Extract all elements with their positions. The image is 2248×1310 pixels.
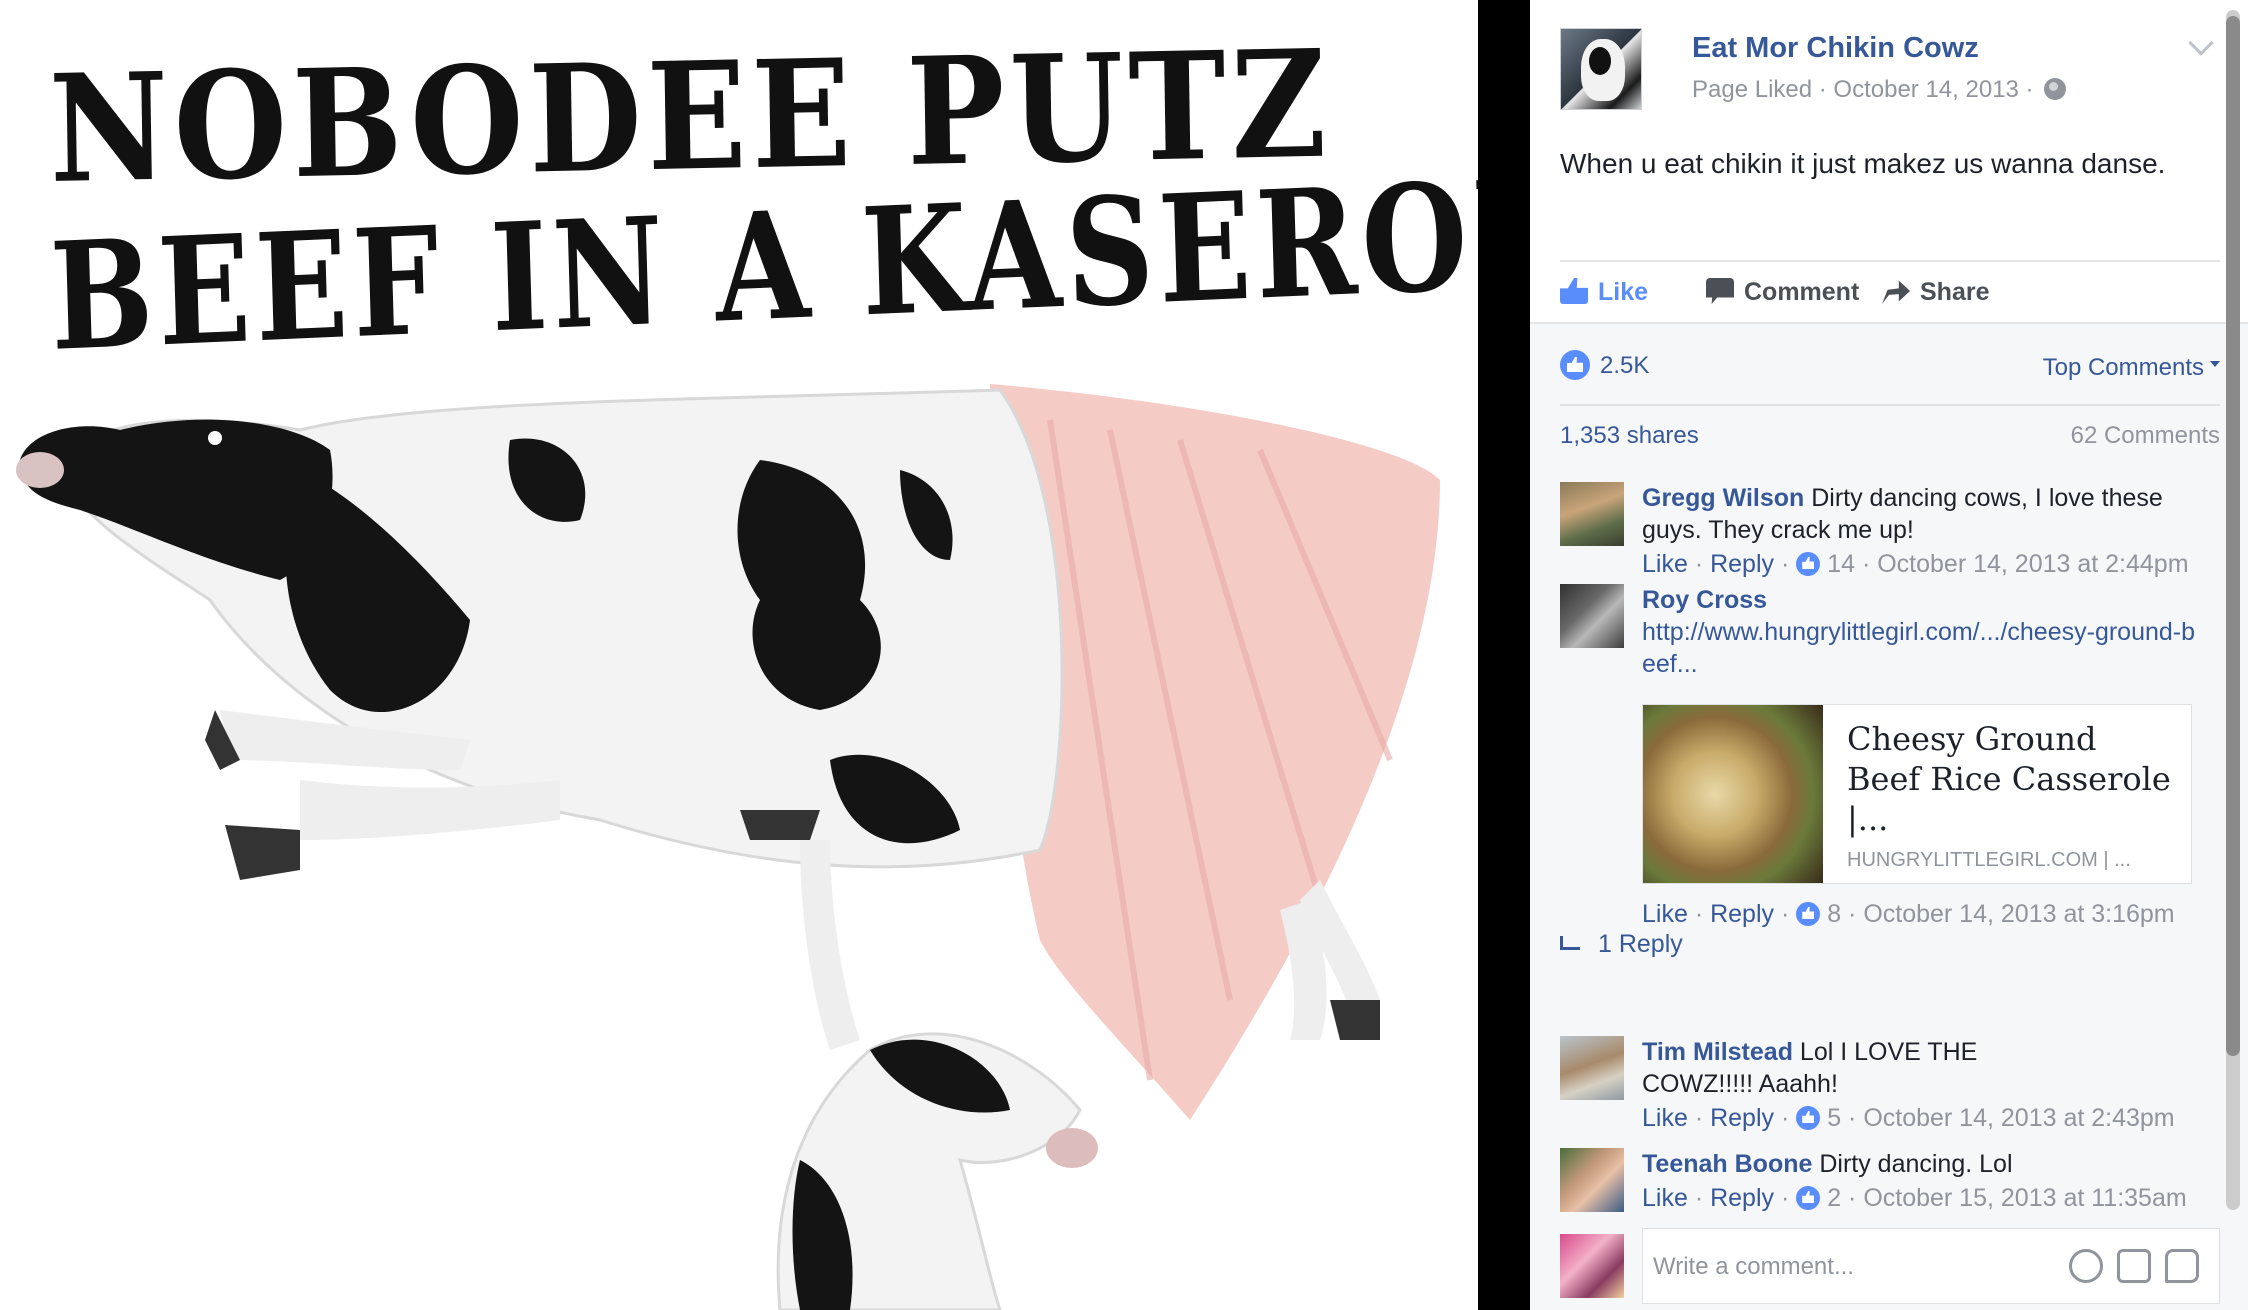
page-avatar[interactable] xyxy=(1560,28,1642,110)
post-text: When u eat chikin it just makez us wanna… xyxy=(1560,148,2166,179)
comment-author[interactable]: Teenah Boone xyxy=(1642,1150,1812,1178)
like-icon xyxy=(1796,1186,1821,1210)
comment-text-line: Tim Milstead Lol I LOVE THE COWZ!!!!! Aa… xyxy=(1642,1036,2082,1100)
page-name-link[interactable]: Eat Mor Chikin Cowz xyxy=(1692,32,1979,65)
like-icon xyxy=(1560,278,1588,304)
emoji-icon[interactable] xyxy=(2069,1249,2103,1283)
top-comments-dropdown[interactable]: Top Comments xyxy=(2043,354,2220,382)
shares-row: 1,353 shares 62 Comments xyxy=(1560,404,2220,464)
comment-meta: Like · Reply · 8 · October 14, 2013 at 3… xyxy=(1642,900,2175,928)
comments-count[interactable]: 62 Comments xyxy=(2071,422,2220,450)
comment-body: Tim Milstead Lol I LOVE THE COWZ!!!!! Aa… xyxy=(1642,1036,2175,1136)
link-preview-card[interactable]: Cheesy Ground Beef Rice Casserole |... H… xyxy=(1642,704,2192,884)
comment-author[interactable]: Roy Cross xyxy=(1642,584,2220,616)
post-panel: Eat Mor Chikin Cowz Page Liked · October… xyxy=(1530,0,2248,1310)
comment-time[interactable]: October 15, 2013 at 11:35am xyxy=(1863,1184,2186,1212)
avatar[interactable] xyxy=(1560,482,1624,546)
like-button-label: Like xyxy=(1598,278,1649,306)
comment-text-line: Gregg Wilson Dirty dancing cows, I love … xyxy=(1642,482,2220,546)
share-icon xyxy=(1882,280,1910,304)
globe-icon xyxy=(2044,78,2067,100)
comment-author[interactable]: Tim Milstead xyxy=(1642,1038,1793,1066)
view-replies-label: 1 Reply xyxy=(1598,930,1683,958)
camera-icon[interactable] xyxy=(2117,1249,2151,1283)
comment-like-link[interactable]: Like xyxy=(1642,550,1688,578)
link-thumbnail xyxy=(1643,705,1823,883)
view-replies-link[interactable]: 1 Reply xyxy=(1560,930,1683,959)
link-title: Cheesy Ground Beef Rice Casserole |... xyxy=(1847,720,2171,838)
comment-time[interactable]: October 14, 2013 at 2:43pm xyxy=(1863,1104,2174,1132)
share-button-label: Share xyxy=(1920,278,1990,306)
like-count[interactable]: 2.5K xyxy=(1600,352,1649,380)
comment-time[interactable]: October 14, 2013 at 2:44pm xyxy=(1877,550,2188,578)
avatar[interactable] xyxy=(1560,1234,1624,1298)
comment-reply-link[interactable]: Reply xyxy=(1710,550,1774,578)
photo-divider xyxy=(1478,0,1530,1310)
comment-button[interactable]: Comment xyxy=(1706,278,1859,307)
reply-arrow-icon xyxy=(1560,936,1580,950)
avatar[interactable] xyxy=(1560,1148,1624,1212)
comment-like-link[interactable]: Like xyxy=(1642,1104,1688,1132)
comment-reply-link[interactable]: Reply xyxy=(1710,900,1774,928)
comment-body: Gregg Wilson Dirty dancing cows, I love … xyxy=(1642,482,2220,582)
avatar[interactable] xyxy=(1560,1036,1624,1100)
share-button[interactable]: Share xyxy=(1882,278,1989,307)
comment-time[interactable]: October 14, 2013 at 3:16pm xyxy=(1863,900,2174,928)
comment-reply-link[interactable]: Reply xyxy=(1710,1104,1774,1132)
comment-button-label: Comment xyxy=(1744,278,1860,306)
comment-like-link[interactable]: Like xyxy=(1642,900,1688,928)
link-domain: HUNGRYLITTLEGIRL.COM | ... xyxy=(1847,849,2131,871)
comment-icon xyxy=(1706,278,1734,304)
comment-meta: Like · Reply · 5 · October 14, 2013 at 2… xyxy=(1642,1104,2175,1132)
comment-author[interactable]: Gregg Wilson xyxy=(1642,484,1804,512)
comment-link[interactable]: http://www.hungrylittlegirl.com/.../chee… xyxy=(1642,616,2202,680)
like-icon xyxy=(1796,1106,1821,1130)
like-icon xyxy=(1796,902,1821,926)
like-badge-icon[interactable] xyxy=(1560,350,1590,380)
comment-input-placeholder: Write a comment... xyxy=(1653,1253,1854,1280)
comment-reply-link[interactable]: Reply xyxy=(1710,1184,1774,1212)
like-icon xyxy=(1796,552,1821,576)
comment-like-count[interactable]: 2 xyxy=(1827,1184,1841,1212)
comment-like-count[interactable]: 14 xyxy=(1827,550,1855,578)
comment-body: Roy Cross http://www.hungrylittlegirl.co… xyxy=(1642,584,2220,680)
comment-like-count[interactable]: 8 xyxy=(1827,900,1841,928)
post-meta: Page Liked · October 14, 2013 · xyxy=(1692,76,2067,104)
post-header: Eat Mor Chikin Cowz Page Liked · October… xyxy=(1560,28,2220,118)
comment-meta: Like · Reply · 14 · October 14, 2013 at … xyxy=(1642,550,2189,578)
comment-body: Teenah Boone Dirty dancing. Lol Like · R… xyxy=(1642,1148,2220,1216)
comment-meta: Like · Reply · 2 · October 15, 2013 at 1… xyxy=(1642,1184,2187,1212)
chevron-down-icon[interactable] xyxy=(2188,30,2214,56)
post-photo[interactable]: NOBODEE PUTZ BEEF IN A KASEROLE xyxy=(0,0,1478,1310)
post-meta-text: Page Liked · October 14, 2013 · xyxy=(1692,76,2034,103)
reaction-row: 2.5K Top Comments xyxy=(1560,344,2220,394)
comment-input[interactable]: Write a comment... xyxy=(1642,1228,2220,1304)
comment-text: Dirty dancing. Lol xyxy=(1819,1150,2013,1178)
comment-composer: Write a comment... xyxy=(1560,1228,2220,1308)
comment-text-line: Teenah Boone Dirty dancing. Lol xyxy=(1642,1148,2220,1180)
comment-like-link[interactable]: Like xyxy=(1642,1184,1688,1212)
scrollbar-thumb[interactable] xyxy=(2226,16,2240,1056)
comments-area: 2.5K Top Comments 1,353 shares 62 Commen… xyxy=(1530,322,2248,1310)
comment-like-count[interactable]: 5 xyxy=(1827,1104,1841,1132)
sticker-icon[interactable] xyxy=(2165,1249,2199,1283)
avatar[interactable] xyxy=(1560,584,1624,648)
dancing-cows-illustration xyxy=(16,384,1440,1310)
shares-count[interactable]: 1,353 shares xyxy=(1560,422,1699,450)
action-bar: Like Comment Share xyxy=(1560,260,2220,322)
like-button[interactable]: Like xyxy=(1560,278,1648,307)
